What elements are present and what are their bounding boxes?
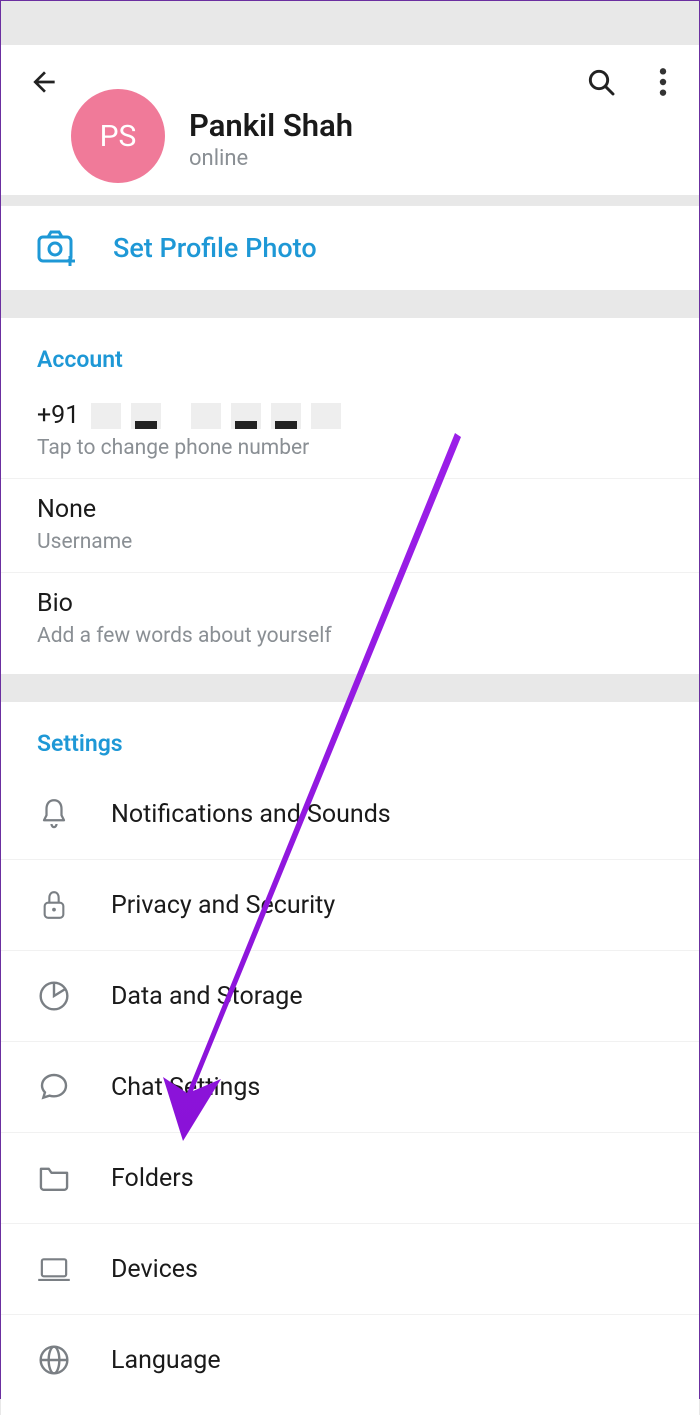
settings-section: Settings Notifications and Sounds Privac…: [1, 702, 699, 1415]
settings-row-label: Data and Storage: [111, 982, 303, 1011]
phone-field[interactable]: +91 Tap to change phone number: [1, 385, 699, 479]
back-button[interactable]: [27, 65, 61, 99]
phone-masked: [91, 403, 341, 429]
display-name: Pankil Shah: [189, 107, 353, 144]
bio-field[interactable]: Bio Add a few words about yourself: [1, 573, 699, 674]
settings-row-chat[interactable]: Chat Settings: [1, 1042, 699, 1133]
settings-row-data[interactable]: Data and Storage: [1, 951, 699, 1042]
more-vertical-icon: [659, 66, 667, 98]
account-section: Account +91 Tap to change phone number N…: [1, 318, 699, 674]
settings-row-label: Folders: [111, 1164, 194, 1193]
chat-icon: [37, 1070, 71, 1104]
pie-chart-icon: [37, 979, 71, 1013]
avatar[interactable]: PS: [71, 89, 165, 183]
bell-icon: [37, 797, 71, 831]
lock-icon: [37, 888, 71, 922]
settings-row-label: Language: [111, 1346, 221, 1375]
settings-row-language[interactable]: Language: [1, 1315, 699, 1405]
account-section-title: Account: [1, 346, 699, 385]
search-button[interactable]: [585, 66, 617, 98]
more-menu-button[interactable]: [659, 66, 667, 98]
settings-row-folders[interactable]: Folders: [1, 1133, 699, 1224]
username-hint: Username: [37, 530, 663, 554]
username-value: None: [37, 495, 663, 524]
set-profile-photo-row[interactable]: Set Profile Photo: [1, 205, 699, 290]
settings-row-devices[interactable]: Devices: [1, 1224, 699, 1315]
settings-row-privacy[interactable]: Privacy and Security: [1, 860, 699, 951]
devices-icon: [37, 1252, 71, 1286]
search-icon: [585, 66, 617, 98]
settings-row-notifications[interactable]: Notifications and Sounds: [1, 769, 699, 860]
phone-hint: Tap to change phone number: [37, 436, 663, 460]
bio-value: Bio: [37, 589, 663, 618]
username-field[interactable]: None Username: [1, 479, 699, 573]
globe-icon: [37, 1343, 71, 1377]
folder-icon: [37, 1161, 71, 1195]
settings-section-title: Settings: [1, 730, 699, 769]
arrow-back-icon: [28, 66, 60, 98]
bio-hint: Add a few words about yourself: [37, 624, 663, 648]
settings-row-label: Chat Settings: [111, 1073, 260, 1102]
phone-prefix: +91: [37, 401, 79, 430]
avatar-initials: PS: [100, 119, 137, 154]
set-profile-photo-label: Set Profile Photo: [113, 232, 317, 264]
online-status: online: [189, 146, 353, 171]
camera-add-icon: [37, 230, 77, 266]
profile-header: PS Pankil Shah online: [1, 45, 699, 195]
settings-row-label: Privacy and Security: [111, 891, 335, 920]
settings-row-label: Notifications and Sounds: [111, 800, 391, 829]
settings-row-label: Devices: [111, 1255, 198, 1284]
